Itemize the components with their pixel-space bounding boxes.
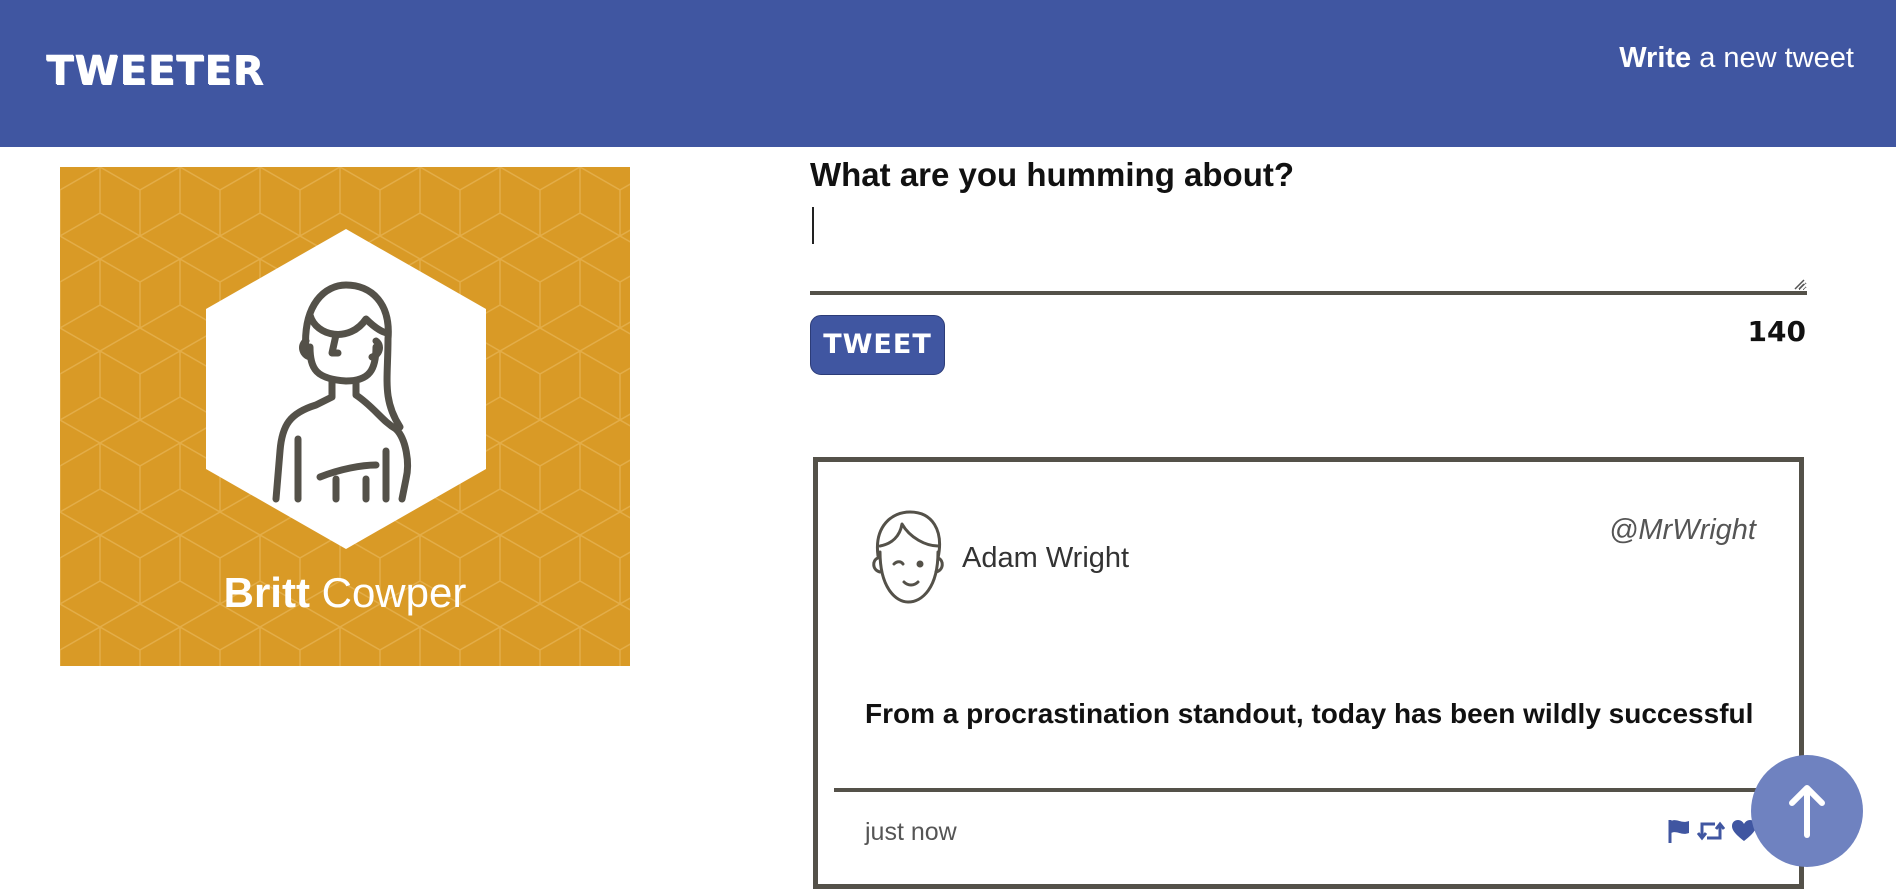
profile-card: Britt Cowper: [60, 167, 630, 666]
profile-first-name: Britt: [223, 569, 310, 616]
write-new-tweet-link[interactable]: Write a new tweet: [1619, 42, 1854, 75]
tweet-button[interactable]: TWEET: [810, 315, 945, 375]
profile-name: Britt Cowper: [60, 569, 630, 617]
tweet-actions: [1667, 818, 1757, 849]
navbar: TWEETER Write a new tweet: [0, 0, 1896, 147]
resize-grip-icon[interactable]: [1793, 278, 1805, 290]
tweet-text: From a procrastination standout, today h…: [865, 698, 1754, 729]
character-counter: 140: [1747, 315, 1806, 348]
profile-last-name: Cowper: [309, 569, 467, 616]
text-caret: [812, 207, 814, 244]
scroll-to-top-button[interactable]: [1751, 755, 1863, 867]
flag-icon[interactable]: [1667, 818, 1691, 849]
tweet-author-handle: @MrWright: [1608, 514, 1756, 546]
compose-label: What are you humming about?: [810, 156, 1294, 193]
write-new-tweet-bold: Write: [1619, 42, 1692, 74]
brand-logo[interactable]: TWEETER: [46, 48, 264, 94]
tweet-timestamp: just now: [865, 818, 957, 846]
man-avatar-icon: [872, 510, 944, 604]
tweet-author-name: Adam Wright: [962, 542, 1130, 574]
tweet-divider: [834, 788, 1784, 792]
woman-avatar-icon: [206, 229, 486, 549]
tweet-card: Adam Wright @MrWright From a procrastina…: [813, 457, 1804, 889]
compose-textarea[interactable]: [810, 205, 1807, 295]
retweet-icon[interactable]: [1696, 819, 1726, 848]
arrow-up-icon: [1789, 785, 1825, 838]
write-new-tweet-rest: a new tweet: [1691, 42, 1854, 74]
